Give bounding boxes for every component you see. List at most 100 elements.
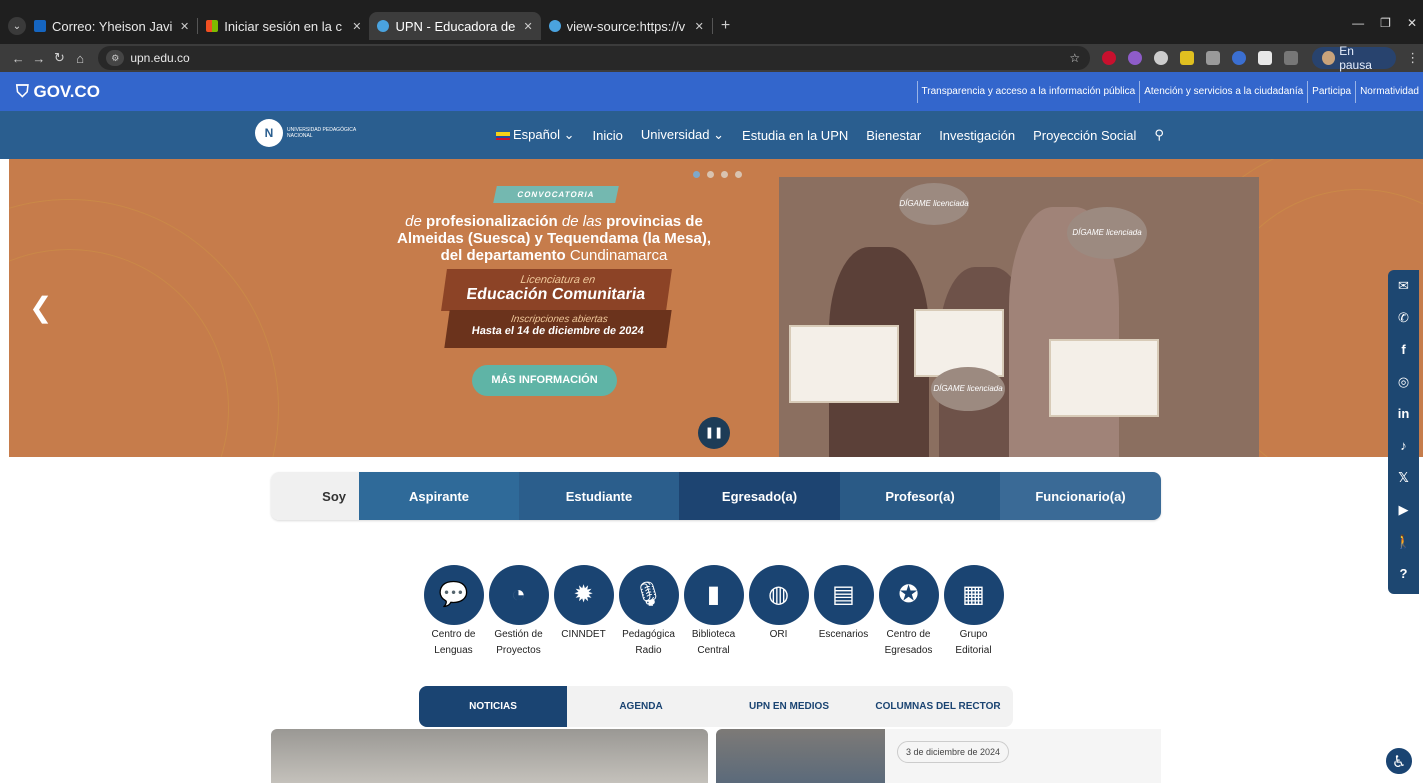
carousel-dot[interactable] xyxy=(721,171,728,178)
extension-purple-icon[interactable] xyxy=(1128,51,1143,65)
book-icon: ▮ xyxy=(683,565,744,625)
gov-link-atencion[interactable]: Atención y servicios a la ciudadanía xyxy=(1139,80,1307,103)
quick-access-item[interactable]: 💬 Centro de Lenguas xyxy=(421,565,486,659)
instagram-icon[interactable]: ◎ xyxy=(1388,366,1419,398)
tiktok-icon[interactable]: ♪ xyxy=(1388,430,1419,462)
profile-tab[interactable]: Aspirante xyxy=(359,472,519,520)
home-icon[interactable]: ⌂ xyxy=(70,51,91,66)
menu-estudia[interactable]: Estudia en la UPN xyxy=(742,128,848,143)
tab-view-source[interactable]: view-source:https://v ✕ xyxy=(541,12,712,40)
carousel-pause-button[interactable]: ❚❚ xyxy=(698,417,730,449)
award-icon: ✪ xyxy=(878,565,939,625)
quick-access-item[interactable]: ▦ Grupo Editorial xyxy=(941,565,1006,659)
extension-z-icon[interactable] xyxy=(1206,51,1221,65)
menu-bienestar[interactable]: Bienestar xyxy=(866,128,921,143)
tab-upn[interactable]: UPN - Educadora de ✕ xyxy=(369,12,541,40)
tab-correo[interactable]: Correo: Yheison Javie ✕ xyxy=(26,12,197,40)
quick-access-item[interactable]: ▮ Biblioteca Central xyxy=(681,565,746,659)
extension-yellow-icon[interactable] xyxy=(1180,51,1195,65)
tab-strip: ⌄ Correo: Yheison Javie ✕ Iniciar sesión… xyxy=(0,12,1423,40)
menu-kebab-icon[interactable]: ⋮ xyxy=(1402,50,1423,66)
carousel-prev-icon[interactable]: ❮ xyxy=(29,291,52,324)
new-tab-button[interactable]: + xyxy=(721,17,730,35)
close-icon[interactable]: ✕ xyxy=(695,20,704,33)
youtube-icon[interactable]: ▶ xyxy=(1388,494,1419,526)
carousel-dot[interactable] xyxy=(693,171,700,178)
gov-bar: ⛉ GOV.CO Transparencia y acceso a la inf… xyxy=(0,72,1423,111)
diploma xyxy=(1049,339,1159,417)
quick-access-item[interactable]: ✪ Centro de Egresados xyxy=(876,565,941,659)
gov-logo[interactable]: ⛉ GOV.CO xyxy=(16,82,100,102)
facebook-icon[interactable]: f xyxy=(1388,334,1419,366)
news-image[interactable] xyxy=(271,729,708,783)
address-bar[interactable]: ⚙ upn.edu.co ☆ xyxy=(98,46,1091,70)
carousel-dot[interactable] xyxy=(735,171,742,178)
menu-proyeccion-social[interactable]: Proyección Social xyxy=(1033,128,1136,143)
quick-access-item[interactable]: ▤ Escenarios xyxy=(811,565,876,659)
news-image[interactable] xyxy=(716,729,885,783)
tab-iniciar-sesion[interactable]: Iniciar sesión en la c ✕ xyxy=(198,12,369,40)
x-icon[interactable]: 𝕏 xyxy=(1388,462,1419,494)
menu-universidad[interactable]: Universidad ⌄ xyxy=(641,127,724,143)
profile-tab[interactable]: Egresado(a) xyxy=(679,472,840,520)
forward-icon[interactable]: → xyxy=(29,51,50,66)
gov-link-normatividad[interactable]: Normatividad xyxy=(1355,80,1423,103)
quick-access-item[interactable]: ◍ ORI xyxy=(746,565,811,659)
quick-access-label: Pedagógica Radio xyxy=(622,629,675,656)
diploma xyxy=(789,325,899,403)
accessibility-icon[interactable]: ♿ xyxy=(1384,746,1414,776)
more-info-button[interactable]: MÁS INFORMACIÓN xyxy=(472,365,617,396)
back-icon[interactable]: ← xyxy=(8,51,29,66)
gov-link-participa[interactable]: Participa xyxy=(1307,80,1355,103)
profile-tab[interactable]: Estudiante xyxy=(519,472,679,520)
upn-logo[interactable]: N UNIVERSIDAD PEDAGÓGICA NACIONAL xyxy=(255,119,367,147)
upn-icon xyxy=(548,20,561,32)
gov-links: Transparencia y acceso a la información … xyxy=(916,72,1423,111)
menu-inicio[interactable]: Inicio xyxy=(593,128,623,143)
mail-icon[interactable]: ✉ xyxy=(1388,270,1419,302)
extension-glasses-icon[interactable] xyxy=(1154,51,1169,65)
tab-columnas-del-rector[interactable]: COLUMNAS DEL RECTOR xyxy=(863,686,1013,727)
close-icon[interactable]: ✕ xyxy=(352,20,361,33)
document-icon: ▤ xyxy=(813,565,874,625)
newspaper-icon: ▦ xyxy=(943,565,1004,625)
profile-button[interactable]: En pausa xyxy=(1312,44,1397,72)
bookmark-star-icon[interactable]: ☆ xyxy=(1069,51,1080,65)
gov-link-transparencia[interactable]: Transparencia y acceso a la información … xyxy=(916,80,1140,103)
tab-upn-en-medios[interactable]: UPN EN MEDIOS xyxy=(715,686,863,727)
carousel-dot[interactable] xyxy=(707,171,714,178)
adblock-icon[interactable] xyxy=(1102,51,1117,65)
extensions-puzzle-icon[interactable] xyxy=(1284,51,1299,65)
help-icon[interactable]: ? xyxy=(1388,558,1419,590)
upn-icon xyxy=(377,20,390,32)
language-selector[interactable]: Español ⌄ xyxy=(496,127,575,143)
quick-access-label: Centro de Lenguas xyxy=(431,629,476,656)
tab-agenda[interactable]: AGENDA xyxy=(567,686,715,727)
close-icon[interactable]: ✕ xyxy=(180,20,189,33)
reload-icon[interactable]: ↻ xyxy=(49,50,70,66)
quick-access-item[interactable]: ✹ CINNDET xyxy=(551,565,616,659)
close-window-icon[interactable]: ✕ xyxy=(1407,16,1417,30)
profile-tab[interactable]: Funcionario(a) xyxy=(1000,472,1161,520)
tab-search-button[interactable]: ⌄ xyxy=(8,17,26,35)
quick-access-item[interactable]: ◔ Gestión de Proyectos xyxy=(486,565,551,659)
extension-s-icon[interactable] xyxy=(1258,51,1273,65)
tab-noticias[interactable]: NOTICIAS xyxy=(419,686,567,727)
profile-tab[interactable]: Profesor(a) xyxy=(840,472,1000,520)
linkedin-icon[interactable]: in xyxy=(1388,398,1419,430)
accessibility-person-icon[interactable]: 🚶 xyxy=(1388,526,1419,558)
minimize-icon[interactable]: — xyxy=(1352,16,1364,30)
news-tabs: NOTICIAS AGENDA UPN EN MEDIOS COLUMNAS D… xyxy=(419,686,1013,727)
hero-carousel[interactable]: ❮ CONVOCATORIA de profesionalización de … xyxy=(9,159,1423,457)
avatar xyxy=(1322,51,1336,65)
search-icon[interactable]: ⚲ xyxy=(1154,127,1164,143)
site-info-icon[interactable]: ⚙ xyxy=(106,50,125,66)
restore-icon[interactable]: ❐ xyxy=(1380,16,1391,30)
microphone-icon: 🎙 xyxy=(618,565,679,625)
close-icon[interactable]: ✕ xyxy=(523,20,532,33)
menu-investigacion[interactable]: Investigación xyxy=(939,128,1015,143)
whatsapp-icon[interactable]: ✆ xyxy=(1388,302,1419,334)
extension-blue-icon[interactable] xyxy=(1232,51,1247,65)
quick-access-item[interactable]: 🎙 Pedagógica Radio xyxy=(616,565,681,659)
news-card[interactable]: 3 de diciembre de 2024 xyxy=(885,729,1161,783)
